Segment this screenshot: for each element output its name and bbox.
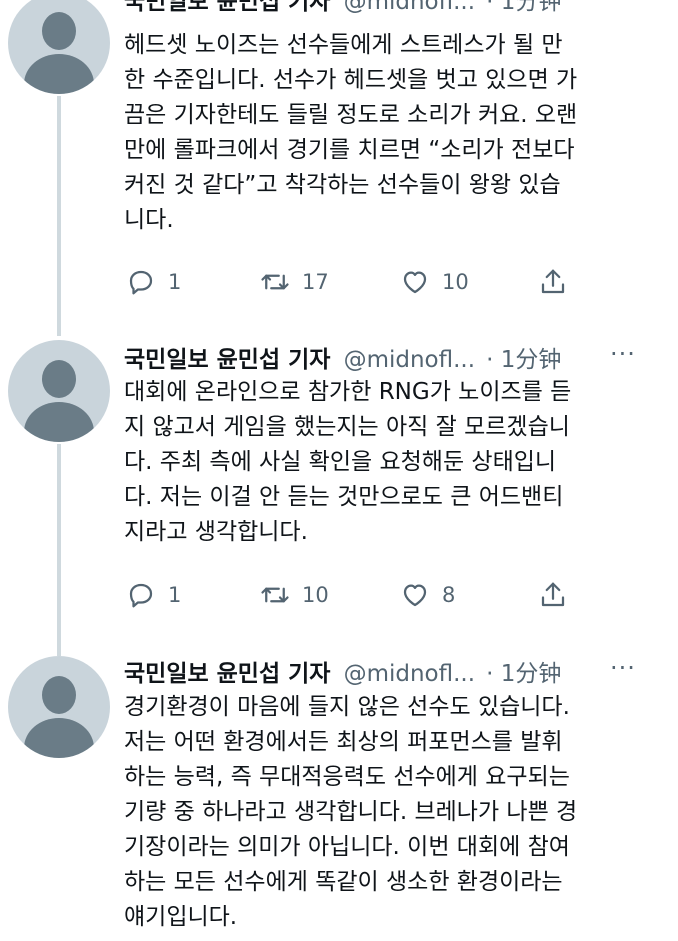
tweet-text: 경기환경이 마음에 들지 않은 선수도 있습니다. 저는 어떤 환경에서든 최상… xyxy=(124,694,578,930)
retweet-count: 17 xyxy=(302,270,329,294)
tweet-header: 국민일보 윤민섭 기자 @midnofl... · 1分钟 xyxy=(124,340,561,376)
tweet-header: 국민일보 윤민섭 기자 @midnofl... · 1分钟 xyxy=(124,0,561,18)
like-count: 8 xyxy=(442,583,456,607)
avatar[interactable] xyxy=(8,656,110,758)
thread-line xyxy=(57,444,61,656)
tweet-text: 대회에 온라인으로 참가한 RNG가 노이즈를 듣 지 않고서 게임을 했는지는… xyxy=(124,379,572,545)
more-options-icon[interactable]: ··· xyxy=(610,340,636,368)
thread-line xyxy=(57,96,61,336)
share-icon xyxy=(541,582,565,607)
avatar-head-shape xyxy=(42,360,76,398)
more-options-icon[interactable]: ··· xyxy=(610,654,636,682)
retweet-button[interactable]: 10 xyxy=(260,575,329,615)
like-icon xyxy=(403,584,427,607)
retweet-button[interactable]: 17 xyxy=(260,262,329,302)
reply-count: 1 xyxy=(168,270,182,294)
tweet-actions: 1 17 10 xyxy=(124,262,664,302)
author-handle[interactable]: @midnofl... xyxy=(344,347,475,373)
author-handle[interactable]: @midnofl... xyxy=(344,0,475,15)
reply-count: 1 xyxy=(168,583,182,607)
share-icon xyxy=(541,269,565,294)
tweet-time[interactable]: · 1分钟 xyxy=(486,661,561,687)
reply-icon xyxy=(129,270,153,295)
author-handle[interactable]: @midnofl... xyxy=(344,661,475,687)
retweet-count: 10 xyxy=(302,583,329,607)
avatar-shoulders-shape xyxy=(24,54,94,94)
share-button[interactable] xyxy=(538,262,568,302)
retweet-icon xyxy=(261,274,289,290)
reply-button[interactable]: 1 xyxy=(126,575,181,615)
author-name[interactable]: 국민일보 윤민섭 기자 xyxy=(124,0,330,15)
avatar-head-shape xyxy=(42,676,76,714)
author-name[interactable]: 국민일보 윤민섭 기자 xyxy=(124,347,330,373)
tweet-header: 국민일보 윤민섭 기자 @midnofl... · 1分钟 xyxy=(124,654,561,690)
reply-icon xyxy=(129,583,153,608)
avatar-shoulders-shape xyxy=(24,402,94,442)
more-options-icon[interactable]: ··· xyxy=(610,0,636,10)
author-name[interactable]: 국민일보 윤민섭 기자 xyxy=(124,661,330,687)
like-button[interactable]: 8 xyxy=(400,575,455,615)
tweet-time[interactable]: · 1分钟 xyxy=(486,347,561,373)
like-count: 10 xyxy=(442,270,469,294)
avatar-shoulders-shape xyxy=(24,718,94,758)
like-button[interactable]: 10 xyxy=(400,262,469,302)
avatar[interactable] xyxy=(8,340,110,442)
tweet-text: 헤드셋 노이즈는 선수들에게 스트레스가 될 만 한 수준입니다. 선수가 헤드… xyxy=(124,32,578,233)
tweet-actions: 1 10 8 xyxy=(124,575,664,615)
retweet-icon xyxy=(261,587,289,603)
avatar-head-shape xyxy=(42,12,76,50)
avatar[interactable] xyxy=(8,0,110,94)
like-icon xyxy=(403,271,427,294)
share-button[interactable] xyxy=(538,575,568,615)
tweet-time[interactable]: · 1分钟 xyxy=(486,0,561,15)
reply-button[interactable]: 1 xyxy=(126,262,181,302)
